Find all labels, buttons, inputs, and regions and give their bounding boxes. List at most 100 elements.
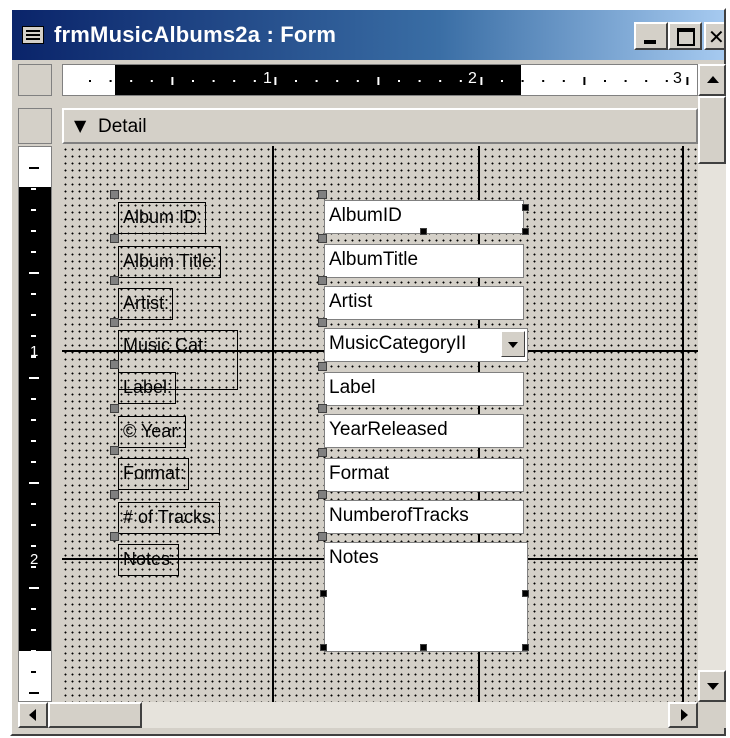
label-format[interactable]: Format: [118, 458, 190, 490]
move-handle[interactable] [110, 404, 119, 413]
ruler-corner[interactable] [18, 64, 52, 96]
ruler-tick [686, 77, 689, 85]
move-handle[interactable] [318, 404, 327, 413]
label-number-of-tracks[interactable]: # of Tracks: [118, 502, 221, 534]
move-handle[interactable] [318, 190, 327, 199]
move-handle[interactable] [110, 446, 119, 455]
ruler-ticks [89, 77, 689, 85]
ruler-tick [29, 377, 39, 379]
horizontal-scrollbar[interactable] [18, 702, 698, 728]
ruler-tick [31, 503, 36, 505]
ruler-tick [31, 188, 36, 190]
move-handle[interactable] [110, 276, 119, 285]
ruler-tick [31, 335, 36, 337]
horizontal-ruler[interactable]: 1 2 3 [62, 64, 698, 96]
move-handle[interactable] [110, 190, 119, 199]
ruler-tick [521, 80, 524, 82]
maximize-button[interactable] [668, 22, 702, 50]
move-handle[interactable] [318, 532, 327, 541]
ruler-tick [604, 80, 606, 82]
ruler-tick [29, 272, 39, 274]
ruler-tick [212, 80, 215, 82]
ruler-tick [31, 293, 36, 295]
label-label[interactable]: Label: [118, 372, 177, 404]
ruler-tick [459, 80, 462, 82]
field-format[interactable]: Format [324, 458, 524, 492]
sizing-handle[interactable] [420, 228, 427, 235]
move-handle[interactable] [318, 318, 327, 327]
form-icon[interactable] [22, 26, 44, 44]
ruler-tick [171, 77, 174, 85]
ruler-tick [233, 80, 236, 82]
design-surface[interactable]: Album ID: Album Title: Artist: Music Cat… [62, 146, 698, 702]
up-arrow-icon [707, 76, 719, 83]
vertical-scrollbar[interactable] [698, 64, 726, 702]
combo-dropdown-button[interactable] [501, 331, 525, 357]
ruler-tick [31, 209, 36, 211]
move-handle[interactable] [318, 490, 327, 499]
minimize-button[interactable] [634, 22, 668, 50]
field-year-released[interactable]: YearReleased [324, 414, 524, 448]
label-artist[interactable]: Artist: [118, 288, 174, 320]
music-category-value: MusicCategoryII [329, 333, 467, 354]
move-handle[interactable] [110, 490, 119, 499]
ruler-tick [31, 524, 36, 526]
ruler-tick [31, 314, 36, 316]
scroll-up-button[interactable] [698, 64, 726, 96]
field-album-title[interactable]: AlbumTitle [324, 244, 524, 278]
ruler-tick [29, 482, 39, 484]
sizing-handle[interactable] [522, 590, 529, 597]
detail-section-header[interactable]: ▼ Detail [62, 108, 698, 144]
move-handle[interactable] [110, 234, 119, 243]
sizing-handle[interactable] [420, 644, 427, 651]
move-handle[interactable] [110, 360, 119, 369]
grid-line [682, 146, 684, 702]
move-handle[interactable] [110, 318, 119, 327]
sizing-handle[interactable] [320, 644, 327, 651]
section-selector[interactable] [18, 108, 52, 144]
ruler-tick [192, 80, 194, 82]
ruler-mark-2: 2 [468, 70, 477, 87]
vertical-scroll-thumb[interactable] [698, 96, 726, 164]
ruler-tick [253, 80, 256, 82]
vertical-ruler[interactable]: 1 2 [18, 146, 52, 702]
close-button[interactable] [704, 22, 725, 50]
field-notes[interactable]: Notes [324, 542, 528, 652]
field-music-category[interactable]: MusicCategoryII [324, 328, 528, 362]
ruler-tick [31, 440, 36, 442]
detail-section-label: Detail [98, 116, 147, 137]
ruler-tick [31, 671, 36, 673]
ruler-tick [150, 80, 153, 82]
ruler-tick [418, 80, 421, 82]
ruler-tick [336, 80, 339, 82]
label-notes[interactable]: Notes: [118, 544, 180, 576]
ruler-tick [356, 80, 359, 82]
move-handle[interactable] [110, 532, 119, 541]
move-handle[interactable] [318, 276, 327, 285]
sizing-handle[interactable] [522, 228, 529, 235]
move-handle[interactable] [318, 362, 327, 371]
ruler-tick [542, 80, 545, 82]
scroll-right-button[interactable] [668, 702, 698, 728]
ruler-tick [583, 77, 586, 85]
scroll-left-button[interactable] [18, 702, 48, 728]
label-album-id[interactable]: Album ID: [118, 202, 207, 234]
label-album-title[interactable]: Album Title: [118, 246, 222, 278]
field-artist[interactable]: Artist [324, 286, 524, 320]
sizing-handle[interactable] [522, 644, 529, 651]
label-year[interactable]: © Year: [118, 416, 187, 448]
sizing-handle[interactable] [320, 590, 327, 597]
left-arrow-icon [29, 709, 36, 721]
horizontal-scroll-thumb[interactable] [48, 702, 142, 728]
ruler-tick [109, 80, 112, 82]
field-number-of-tracks[interactable]: NumberofTracks [324, 500, 524, 534]
title-bar[interactable]: frmMusicAlbums2a : Form [12, 10, 725, 60]
sizing-handle[interactable] [522, 204, 529, 211]
move-handle[interactable] [318, 234, 327, 243]
scroll-down-button[interactable] [698, 670, 726, 702]
field-label[interactable]: Label [324, 372, 524, 406]
ruler-tick [29, 587, 39, 589]
right-arrow-icon [681, 709, 688, 721]
ruler-tick [501, 80, 503, 82]
move-handle[interactable] [318, 448, 327, 457]
